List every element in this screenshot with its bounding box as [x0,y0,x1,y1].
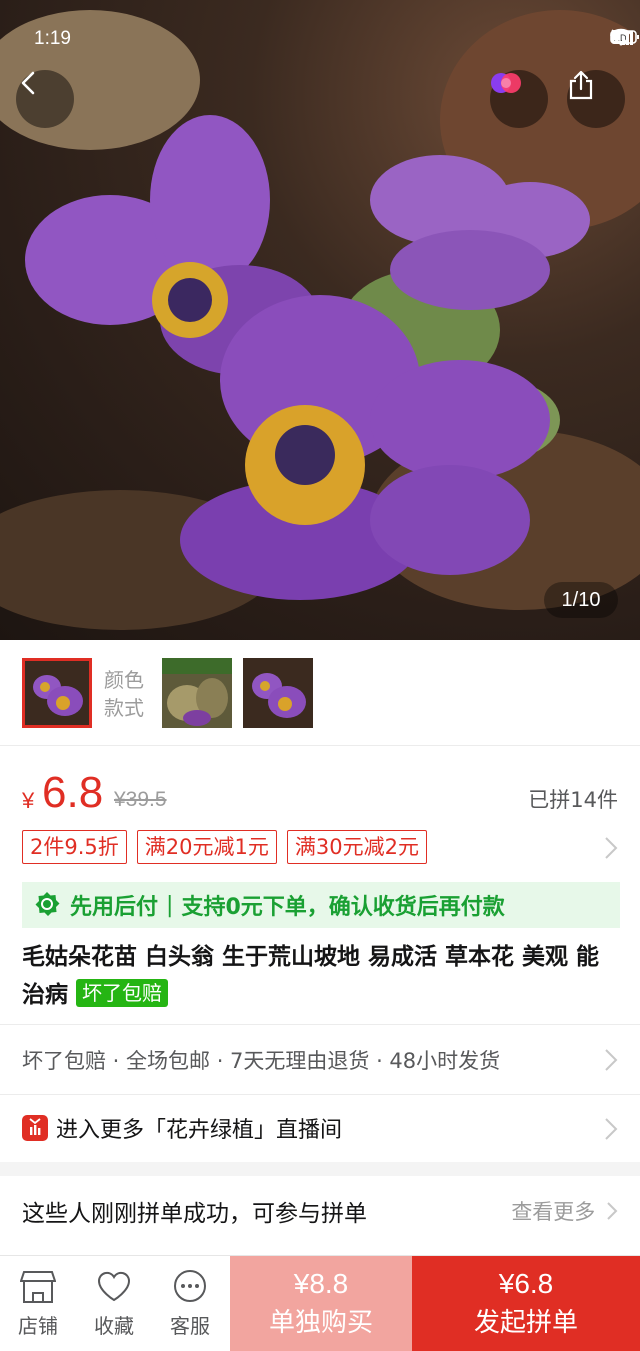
bottom-action-bar: 店铺 收藏 客服 ¥8.8 单独购买 ¥6.8 发起拼单 [0,1255,640,1351]
promo-tags[interactable]: 2件9.5折 满20元减1元 满30元减2元 [22,830,622,864]
price-section: ¥ 6.8 ¥39.5 已拼14件 [22,768,622,820]
divider [0,1094,640,1095]
share-button[interactable] [567,70,625,128]
image-counter: 1/10 [544,582,618,618]
variant-thumb-2[interactable] [162,658,232,728]
chat-icon [174,1270,206,1302]
section-gap [0,1162,640,1176]
double-circle-icon [491,73,521,93]
separator: | [166,892,174,918]
pay-later-banner[interactable]: 先用后付 | 支持0元下单，确认收货后再付款 [22,882,620,928]
live-room-label: 进入更多「花卉绿植」直播间 [56,1118,343,1143]
pay-later-badge-icon [35,892,60,916]
pay-later-desc: 支持0元下单，确认收货后再付款 [181,895,505,920]
guarantee-badge: 坏了包赔 [76,979,169,1007]
original-price: ¥39.5 [114,788,167,811]
thumb-image [243,658,313,728]
currency-symbol: ¥ [22,788,35,813]
promo-tag: 2件9.5折 [22,830,127,864]
service-label: 客服 [170,1314,210,1338]
chevron-right-icon[interactable] [604,1048,618,1072]
favorite-label: 收藏 [94,1314,134,1338]
recommend-button[interactable] [490,70,548,128]
see-more-link[interactable]: 查看更多 [511,1196,618,1226]
store-button[interactable]: 店铺 [0,1256,76,1351]
live-room-entry[interactable]: 进入更多「花卉绿植」直播间 [22,1112,342,1144]
chevron-right-icon [607,1202,618,1220]
favorite-button[interactable]: 收藏 [76,1256,152,1351]
current-price: 6.8 [42,768,104,817]
customer-service-button[interactable]: 客服 [152,1256,228,1351]
variant-selector: 颜色 款式 [0,640,640,746]
buy-alone-button[interactable]: ¥8.8 单独购买 [230,1256,412,1351]
product-image[interactable]: 1:19 HD 4G 1/10 [0,0,640,640]
promo-tag: 满30元减2元 [286,830,427,864]
battery-icon [610,30,639,44]
variant-label: 颜色 款式 [104,668,144,720]
promo-tag: 满20元减1元 [136,830,277,864]
pay-later-title: 先用后付 [70,895,159,920]
back-button[interactable] [16,70,74,128]
live-tv-icon [22,1115,48,1141]
store-icon [20,1271,56,1303]
status-time: 1:19 [34,28,71,49]
variant-thumb-1[interactable] [22,658,92,728]
status-bar: 1:19 HD 4G [0,0,640,72]
buy-alone-label: 单独购买 [268,1308,373,1338]
thumb-image [162,658,232,728]
group-buy-label: 发起拼单 [473,1308,578,1338]
chevron-right-icon[interactable] [604,1117,618,1141]
store-label: 店铺 [18,1314,58,1338]
buy-alone-price: ¥8.8 [293,1268,349,1299]
group-buy-title: 这些人刚刚拼单成功，可参与拼单 [22,1201,367,1227]
variant-thumb-3[interactable] [243,658,313,728]
group-buy-button[interactable]: ¥6.8 发起拼单 [412,1256,640,1351]
chevron-right-icon[interactable] [604,836,618,860]
share-icon [569,70,593,100]
sold-count: 已拼14件 [528,788,618,812]
divider [0,1024,640,1025]
service-guarantees[interactable]: 坏了包赔 · 全场包邮 · 7天无理由退货 · 48小时发货 [22,1045,500,1075]
heart-icon [97,1271,131,1302]
product-title: 毛姑朵花苗 白头翁 生于荒山坡地 易成活 草本花 美观 能治病 坏了包赔 [22,938,622,1014]
chevron-left-icon [21,71,35,95]
thumb-image [25,661,89,725]
group-buy-price: ¥6.8 [498,1268,554,1299]
